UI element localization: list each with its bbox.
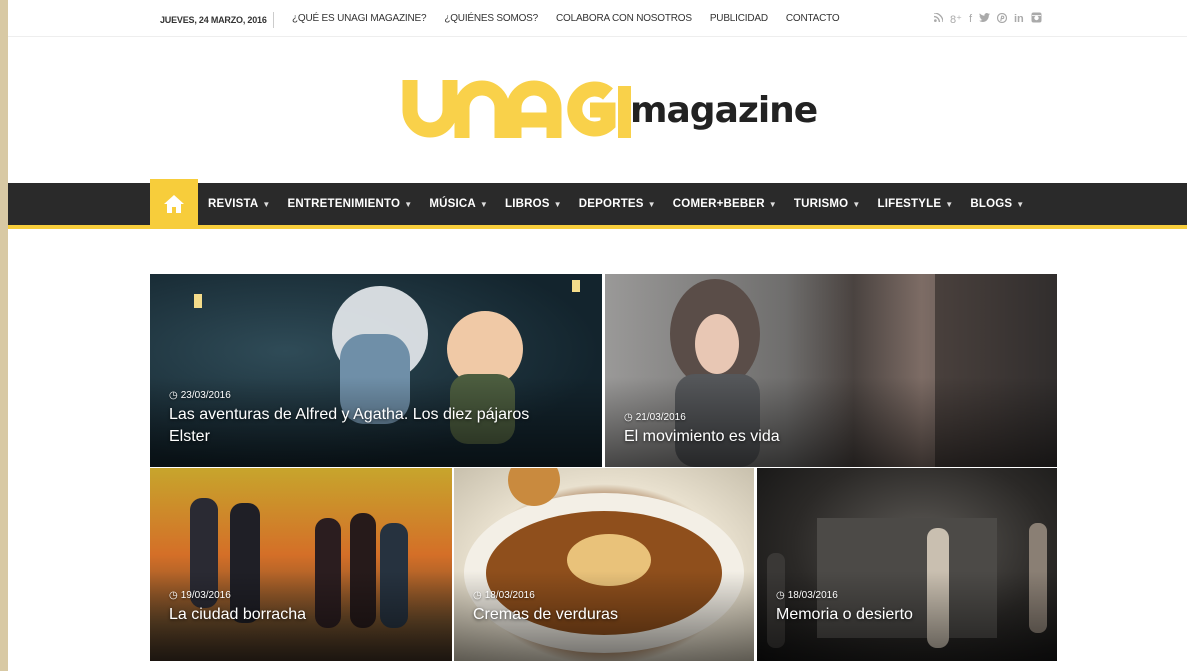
caret-down-icon: ▼ — [262, 200, 271, 209]
rss-icon[interactable] — [933, 12, 944, 25]
featured-article-4[interactable]: ◷ 18/03/2016 Cremas de verduras — [454, 468, 754, 661]
nav-item-blogs[interactable]: BLOGS ▼ — [970, 198, 1024, 210]
pinterest-icon[interactable] — [996, 12, 1008, 26]
featured-article-3[interactable]: ◷ 19/03/2016 La ciudad borracha — [150, 468, 452, 661]
clock-icon: ◷ — [169, 590, 178, 601]
link-contacto[interactable]: CONTACTO — [786, 13, 840, 24]
top-links: ¿QUÉ ES UNAGI MAGAZINE? ¿QUIÉNES SOMOS? … — [292, 13, 840, 24]
link-quienes-somos[interactable]: ¿QUIÉNES SOMOS? — [444, 13, 538, 24]
caret-down-icon: ▼ — [647, 200, 656, 209]
article-title[interactable]: Las aventuras de Alfred y Agatha. Los di… — [169, 404, 529, 448]
nav-item-turismo[interactable]: TURISMO ▼ — [794, 198, 861, 210]
caret-down-icon: ▼ — [1016, 200, 1025, 209]
caret-down-icon: ▼ — [945, 200, 954, 209]
article-title[interactable]: La ciudad borracha — [169, 604, 306, 626]
facebook-icon[interactable]: f — [969, 13, 972, 25]
nav-item-comer-beber[interactable]: COMER+BEBER ▼ — [673, 198, 777, 210]
featured-article-1[interactable]: ◷ 23/03/2016 Las aventuras de Alfred y Ag… — [150, 274, 602, 467]
divider — [273, 12, 274, 28]
nav-item-libros[interactable]: LIBROS ▼ — [505, 198, 562, 210]
social-icons: 8⁺ f in — [933, 12, 1042, 26]
article-caption: ◷ 23/03/2016 Las aventuras de Alfred y Ag… — [169, 390, 529, 448]
article-date: ◷ 23/03/2016 — [169, 390, 231, 401]
nav-item-revista[interactable]: REVISTA ▼ — [208, 198, 271, 210]
article-caption: ◷ 18/03/2016 Cremas de verduras — [473, 590, 618, 626]
article-title[interactable]: El movimiento es vida — [624, 426, 780, 448]
nav-item-deportes[interactable]: DEPORTES ▼ — [579, 198, 656, 210]
link-colabora[interactable]: COLABORA CON NOSOTROS — [556, 13, 692, 24]
article-caption: ◷ 18/03/2016 Memoria o desierto — [776, 590, 913, 626]
caret-down-icon: ▼ — [768, 200, 777, 209]
clock-icon: ◷ — [169, 390, 178, 401]
main-navigation: REVISTA ▼ ENTRETENIMIENTO ▼ MÚSICA ▼ LIBROS… — [8, 179, 1187, 229]
unagi-logo-mark — [402, 80, 631, 138]
caret-down-icon: ▼ — [553, 200, 562, 209]
article-title[interactable]: Memoria o desierto — [776, 604, 913, 626]
clock-icon: ◷ — [624, 412, 633, 423]
page: JUEVES, 24 MARZO, 2016 ¿QUÉ ES UNAGI MAG… — [8, 0, 1187, 671]
link-que-es-unagi[interactable]: ¿QUÉ ES UNAGI MAGAZINE? — [292, 13, 427, 24]
article-date: ◷ 18/03/2016 — [473, 590, 535, 601]
twitter-icon[interactable] — [979, 13, 990, 25]
current-date: JUEVES, 24 MARZO, 2016 — [160, 15, 267, 25]
nav-item-lifestyle[interactable]: LIFESTYLE ▼ — [877, 198, 953, 210]
featured-article-5[interactable]: ◷ 18/03/2016 Memoria o desierto — [757, 468, 1057, 661]
article-date: ◷ 21/03/2016 — [624, 412, 686, 423]
linkedin-icon[interactable]: in — [1014, 13, 1024, 25]
caret-down-icon: ▼ — [479, 200, 489, 209]
nav-item-musica[interactable]: MÚSICA ▼ — [429, 198, 488, 210]
home-icon — [164, 195, 184, 213]
caret-down-icon: ▼ — [404, 200, 413, 209]
article-date: ◷ 19/03/2016 — [169, 590, 231, 601]
google-plus-icon[interactable]: 8⁺ — [950, 13, 962, 26]
home-button[interactable] — [150, 179, 198, 229]
clock-icon: ◷ — [776, 590, 785, 601]
article-caption: ◷ 19/03/2016 La ciudad borracha — [169, 590, 306, 626]
article-caption: ◷ 21/03/2016 El movimiento es vida — [624, 412, 780, 448]
clock-icon: ◷ — [473, 590, 482, 601]
link-publicidad[interactable]: PUBLICIDAD — [710, 13, 768, 24]
featured-article-2[interactable]: ◷ 21/03/2016 El movimiento es vida — [605, 274, 1057, 467]
nav-menu: REVISTA ▼ ENTRETENIMIENTO ▼ MÚSICA ▼ LIBROS… — [208, 183, 1024, 225]
logo-word: magazine — [630, 90, 818, 131]
nav-item-entretenimiento[interactable]: ENTRETENIMIENTO ▼ — [288, 198, 413, 210]
top-bar: JUEVES, 24 MARZO, 2016 ¿QUÉ ES UNAGI MAG… — [8, 0, 1187, 37]
caret-down-icon: ▼ — [852, 200, 861, 209]
article-date: ◷ 18/03/2016 — [776, 590, 838, 601]
article-title[interactable]: Cremas de verduras — [473, 604, 618, 626]
site-logo[interactable]: magazine — [400, 78, 820, 142]
instagram-icon[interactable] — [1031, 12, 1042, 26]
